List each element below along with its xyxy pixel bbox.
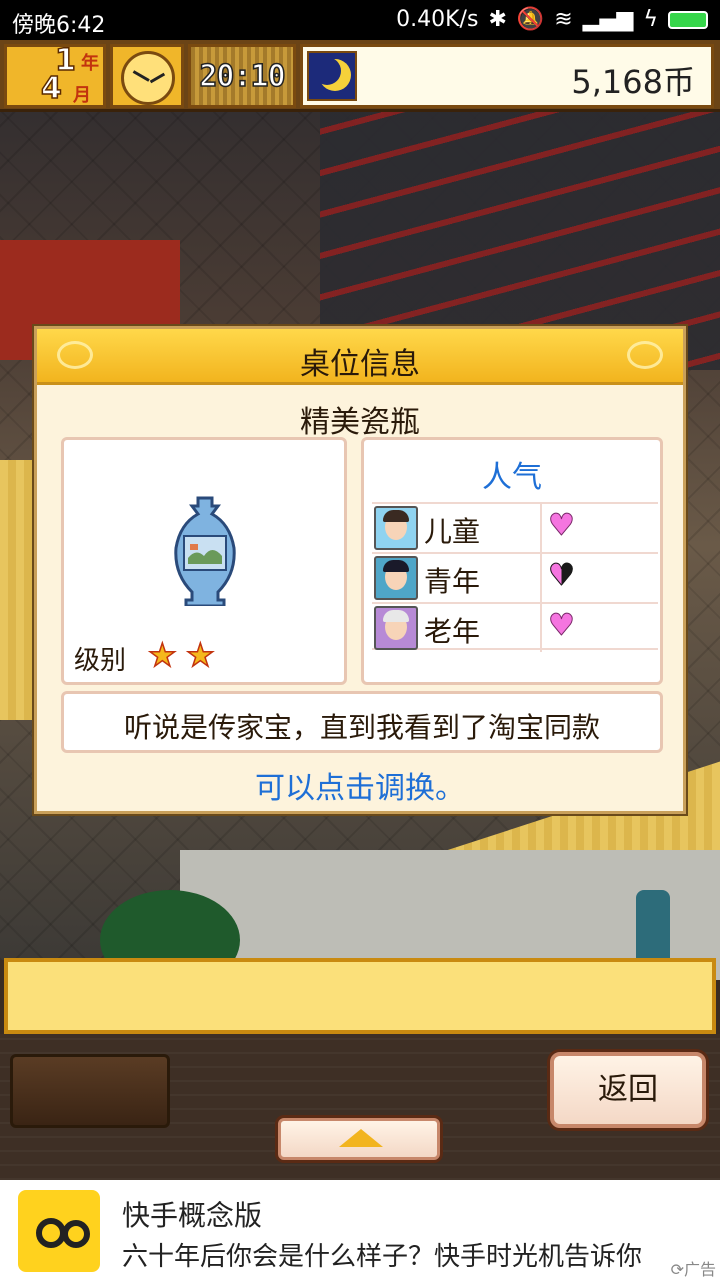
status-icons: 0.40K/s ✱ 🔕 ≋ ▂▄▆ ϟ bbox=[396, 7, 708, 32]
row-divider bbox=[540, 604, 542, 652]
bluetooth-icon: ✱ bbox=[488, 7, 507, 32]
time-display: 20:10 bbox=[188, 44, 296, 108]
year-unit: 年 bbox=[81, 53, 99, 74]
ad-title: 快手概念版 bbox=[122, 1199, 263, 1232]
clock-icon bbox=[121, 51, 175, 105]
popularity-row-child: 儿童 ♥ bbox=[372, 502, 658, 552]
status-bar: 傍晚6:42 0.40K/s ✱ 🔕 ≋ ▂▄▆ ϟ bbox=[0, 0, 720, 40]
popularity-row-elder: 老年 ♥ bbox=[372, 602, 658, 652]
heart-full-icon: ♥ bbox=[548, 608, 576, 644]
date-display: 1 年 4 月 bbox=[4, 42, 106, 108]
status-time: 傍晚6:42 bbox=[12, 13, 106, 38]
dialog-title: 桌位信息 bbox=[300, 347, 420, 382]
popularity-label: 儿童 bbox=[424, 515, 481, 548]
scene-customer[interactable] bbox=[636, 890, 670, 960]
month-unit: 月 bbox=[73, 85, 91, 106]
clock-minute-hand bbox=[132, 70, 150, 82]
rank-star-icon: ★ bbox=[147, 635, 177, 675]
signal-icon: ▂▄▆ bbox=[582, 7, 634, 32]
popularity-panel: 人气 儿童 ♥ 青年 ♥ 老年 ♥ bbox=[361, 437, 663, 685]
dialog-header: 桌位信息 bbox=[37, 329, 683, 385]
network-speed: 0.40K/s bbox=[396, 7, 479, 32]
ad-tag: ⟳广告 bbox=[671, 1256, 716, 1280]
popularity-label: 青年 bbox=[424, 565, 481, 598]
charging-icon: ϟ bbox=[643, 7, 658, 32]
money-amount: 5,168币 bbox=[571, 63, 695, 101]
swap-hint-link[interactable]: 可以点击调换。 bbox=[37, 763, 683, 807]
clock-display bbox=[110, 44, 184, 108]
popularity-title: 人气 bbox=[482, 460, 542, 495]
battery-icon bbox=[668, 10, 708, 29]
bottom-control-bar: 返回 bbox=[0, 1034, 720, 1180]
ad-description: 六十年后你会是什么样子？快手时光机告诉你 bbox=[122, 1242, 643, 1272]
ad-tag-icon: ⟳ bbox=[670, 1260, 684, 1279]
child-avatar-icon bbox=[374, 506, 418, 550]
expand-menu-button[interactable] bbox=[278, 1118, 440, 1160]
mute-icon: 🔕 bbox=[516, 7, 545, 32]
table-info-dialog: 桌位信息 精美瓷瓶 级别 ★ ★ 人气 儿童 ♥ 青年 ♥ 老年 ♥ 听说是传家… bbox=[34, 326, 686, 814]
moon-icon bbox=[307, 51, 357, 101]
wifi-icon: ≋ bbox=[554, 7, 573, 32]
popularity-label: 老年 bbox=[424, 615, 481, 648]
item-name: 精美瓷瓶 bbox=[300, 405, 420, 440]
game-screen: 傍晚6:42 0.40K/s ✱ 🔕 ≋ ▂▄▆ ϟ 1 年 4 月 20:10… bbox=[0, 0, 720, 1280]
kuaishou-logo-icon bbox=[18, 1190, 100, 1272]
item-preview-panel[interactable]: 级别 ★ ★ bbox=[61, 437, 347, 685]
rank-star-icon: ★ bbox=[185, 635, 215, 675]
rank-label: 级别 bbox=[74, 646, 127, 676]
clock-time: 20:10 bbox=[199, 58, 287, 95]
message-strip bbox=[4, 958, 716, 1034]
heart-full-icon: ♥ bbox=[548, 508, 576, 544]
triangle-up-icon bbox=[339, 1129, 383, 1147]
top-hud: 1 年 4 月 20:10 5,168币 bbox=[0, 40, 720, 112]
ad-banner[interactable]: 快手概念版 六十年后你会是什么样子？快手时光机告诉你 ⟳广告 bbox=[0, 1180, 720, 1280]
back-button[interactable]: 返回 bbox=[550, 1052, 706, 1128]
popularity-row-youth: 青年 ♥ bbox=[372, 552, 658, 602]
month-number: 4 bbox=[40, 70, 62, 107]
row-divider bbox=[540, 504, 542, 552]
item-description: 听说是传家宝，直到我看到了淘宝同款 bbox=[123, 711, 600, 744]
ad-tag-label: 广告 bbox=[683, 1260, 716, 1279]
elder-avatar-icon bbox=[374, 606, 418, 650]
clock-hour-hand bbox=[149, 72, 166, 84]
youth-avatar-icon bbox=[374, 556, 418, 600]
item-description-box: 听说是传家宝，直到我看到了淘宝同款 bbox=[61, 691, 663, 753]
menu-slot[interactable] bbox=[10, 1054, 170, 1128]
row-divider bbox=[540, 554, 542, 602]
heart-half-icon: ♥ bbox=[548, 558, 576, 594]
vase-icon bbox=[174, 496, 236, 606]
money-display: 5,168币 bbox=[300, 44, 714, 108]
